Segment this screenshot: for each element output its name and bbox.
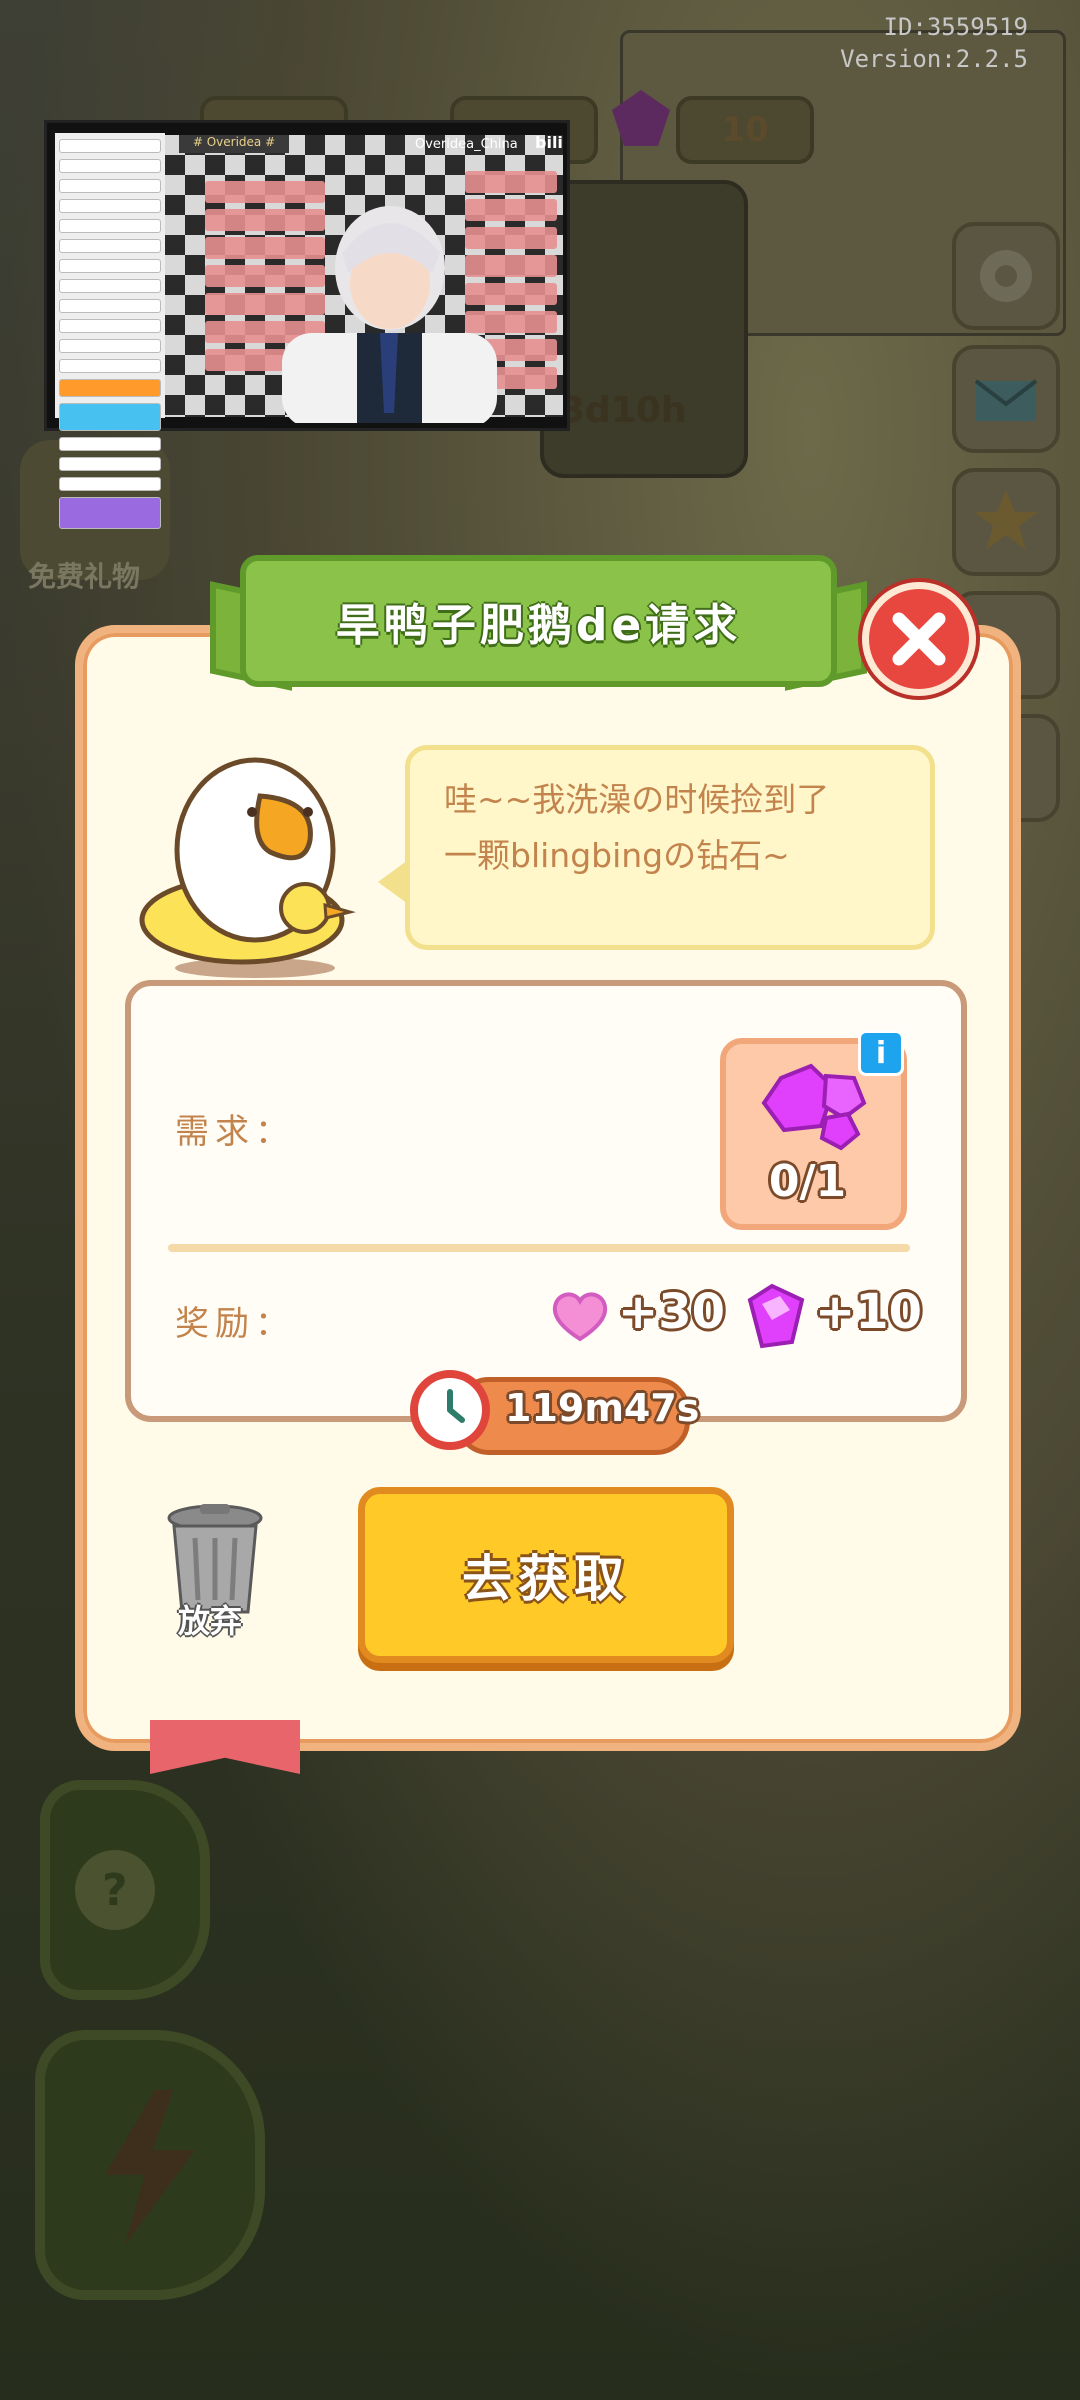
requirement-divider <box>168 1244 910 1252</box>
event-poster <box>540 180 748 478</box>
live-stream-overlay[interactable]: # Overidea # Overidea_China bili <box>44 120 570 529</box>
event-timer: 3d10h <box>560 390 687 431</box>
reward-gem-icon <box>740 1280 810 1352</box>
platform-logo: bili <box>535 133 563 152</box>
gem-counter: 10 <box>676 96 814 164</box>
svg-text:?: ? <box>102 1865 128 1916</box>
mail-icon <box>974 379 1038 421</box>
info-icon: i <box>875 1035 887 1071</box>
settings-button[interactable] <box>952 222 1060 330</box>
speech-bubble: 哇~~我洗澡の时候捡到了 一颗blingbingの钻石~ <box>405 745 935 950</box>
reward-label: 奖励： <box>175 1304 295 1344</box>
streamer-name: Overidea_China <box>415 137 518 152</box>
mail-button[interactable] <box>952 345 1060 453</box>
heart-icon <box>548 1287 612 1343</box>
go-get-label: 去获取 <box>462 1550 630 1608</box>
timer-text: 119m47s <box>505 1386 700 1430</box>
reward-gems: +10 <box>815 1284 923 1340</box>
clock-icon <box>410 1370 490 1450</box>
free-gift-label: 免费礼物 <box>28 560 141 593</box>
speech-line-2: 一颗blingbingの钻石~ <box>444 836 790 875</box>
abandon-button[interactable]: 放弃 <box>160 1500 270 1640</box>
dialog-title: 旱鸭子肥鹅de请求 <box>240 555 837 687</box>
help-button[interactable]: ? <box>40 1780 210 2000</box>
reward-hearts: +30 <box>618 1284 726 1340</box>
gear-icon <box>980 250 1032 302</box>
requirement-label: 需求： <box>175 1112 295 1152</box>
go-get-button[interactable]: 去获取 <box>358 1487 734 1663</box>
lightning-icon <box>105 2090 195 2245</box>
info-button[interactable]: i <box>858 1030 904 1076</box>
duck-icon <box>130 740 380 980</box>
channel-tag: # Overidea # <box>179 135 289 153</box>
boost-button[interactable] <box>35 2030 265 2300</box>
gem-counter-icon <box>606 84 676 154</box>
help-icon: ? <box>75 1850 155 1930</box>
version-text: Version:2.2.5 <box>840 45 1028 73</box>
speech-bubble-tail <box>378 860 408 904</box>
speech-line-1: 哇~~我洗澡の时候捡到了 <box>444 780 830 819</box>
star-icon <box>974 490 1038 550</box>
live-chat-panel <box>55 133 165 529</box>
requirement-progress: 0/1 <box>768 1156 847 1207</box>
star-button[interactable] <box>952 468 1060 576</box>
streamer-avatar <box>262 183 517 428</box>
close-icon <box>892 612 946 666</box>
close-button[interactable] <box>862 582 976 696</box>
abandon-label: 放弃 <box>178 1602 243 1640</box>
player-id: ID:3559519 <box>883 13 1029 41</box>
